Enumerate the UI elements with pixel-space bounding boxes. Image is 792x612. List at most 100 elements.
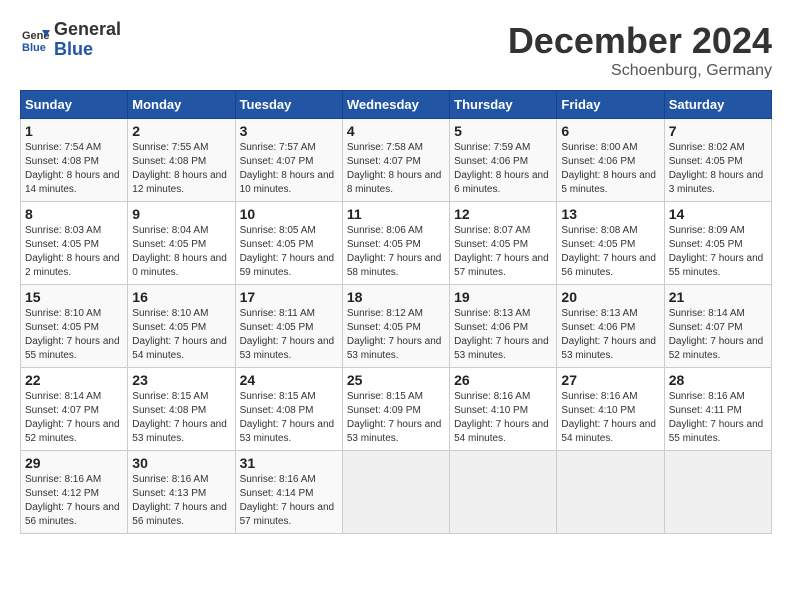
day-number: 9 — [132, 206, 230, 222]
day-number: 21 — [669, 289, 767, 305]
day-number: 31 — [240, 455, 338, 471]
day-cell-20: 20Sunrise: 8:13 AMSunset: 4:06 PMDayligh… — [557, 285, 664, 368]
calendar-header: SundayMondayTuesdayWednesdayThursdayFrid… — [21, 91, 772, 119]
day-info: Sunrise: 8:00 AMSunset: 4:06 PMDaylight:… — [561, 141, 659, 197]
day-number: 13 — [561, 206, 659, 222]
day-cell-1: 1Sunrise: 7:54 AMSunset: 4:08 PMDaylight… — [21, 119, 128, 202]
day-number: 6 — [561, 123, 659, 139]
day-number: 22 — [25, 372, 123, 388]
day-number: 17 — [240, 289, 338, 305]
day-cell-10: 10 Sunrise: 8:05 AMSunset: 4:05 PMDayligh… — [235, 202, 342, 285]
title-area: December 2024 Schoenburg, Germany — [508, 20, 772, 80]
day-cell-13: 13 Sunrise: 8:08 AMSunset: 4:05 PMDayligh… — [557, 202, 664, 285]
day-cell-21: 21Sunrise: 8:14 AMSunset: 4:07 PMDayligh… — [664, 285, 771, 368]
day-number: 18 — [347, 289, 445, 305]
calendar: SundayMondayTuesdayWednesdayThursdayFrid… — [20, 90, 772, 534]
weekday-header-saturday: Saturday — [664, 91, 771, 119]
day-info: Sunrise: 8:15 AMSunset: 4:08 PMDaylight:… — [132, 390, 230, 446]
calendar-week-5: 29 Sunrise: 8:16 AMSunset: 4:12 PMDayligh… — [21, 451, 772, 534]
weekday-header-monday: Monday — [128, 91, 235, 119]
day-cell-29: 29 Sunrise: 8:16 AMSunset: 4:12 PMDayligh… — [21, 451, 128, 534]
day-cell-3: 3Sunrise: 7:57 AMSunset: 4:07 PMDaylight… — [235, 119, 342, 202]
day-cell-18: 18 Sunrise: 8:12 AMSunset: 4:05 PMDayligh… — [342, 285, 449, 368]
day-number: 12 — [454, 206, 552, 222]
header: General Blue General Blue December 2024 … — [20, 20, 772, 80]
logo: General Blue General Blue — [20, 20, 121, 60]
day-number: 10 — [240, 206, 338, 222]
day-info: Sunrise: 8:12 AMSunset: 4:05 PMDaylight:… — [347, 307, 445, 363]
day-number: 27 — [561, 372, 659, 388]
empty-cell — [664, 451, 771, 534]
day-cell-30: 30 Sunrise: 8:16 AMSunset: 4:13 PMDayligh… — [128, 451, 235, 534]
day-number: 25 — [347, 372, 445, 388]
day-cell-16: 16Sunrise: 8:10 AMSunset: 4:05 PMDayligh… — [128, 285, 235, 368]
day-number: 29 — [25, 455, 123, 471]
day-number: 26 — [454, 372, 552, 388]
day-info: Sunrise: 7:59 AMSunset: 4:06 PMDaylight:… — [454, 141, 552, 197]
day-number: 28 — [669, 372, 767, 388]
calendar-week-1: 1Sunrise: 7:54 AMSunset: 4:08 PMDaylight… — [21, 119, 772, 202]
day-number: 15 — [25, 289, 123, 305]
weekday-header-sunday: Sunday — [21, 91, 128, 119]
day-number: 1 — [25, 123, 123, 139]
day-number: 19 — [454, 289, 552, 305]
calendar-week-2: 8 Sunrise: 8:03 AMSunset: 4:05 PMDaylight… — [21, 202, 772, 285]
day-number: 7 — [669, 123, 767, 139]
day-info: Sunrise: 8:16 AMSunset: 4:10 PMDaylight:… — [454, 390, 552, 446]
day-info: Sunrise: 8:16 AMSunset: 4:13 PMDaylight:… — [132, 473, 230, 529]
day-info: Sunrise: 8:16 AMSunset: 4:12 PMDaylight:… — [25, 473, 123, 529]
logo-icon: General Blue — [20, 25, 50, 55]
day-number: 20 — [561, 289, 659, 305]
day-number: 2 — [132, 123, 230, 139]
day-cell-31: 31 Sunrise: 8:16 AMSunset: 4:14 PMDayligh… — [235, 451, 342, 534]
day-cell-4: 4Sunrise: 7:58 AMSunset: 4:07 PMDaylight… — [342, 119, 449, 202]
day-info: Sunrise: 8:07 AMSunset: 4:05 PMDaylight:… — [454, 224, 552, 280]
day-number: 8 — [25, 206, 123, 222]
calendar-week-3: 15 Sunrise: 8:10 AMSunset: 4:05 PMDayligh… — [21, 285, 772, 368]
day-info: Sunrise: 8:09 AMSunset: 4:05 PMDaylight:… — [669, 224, 767, 280]
day-cell-25: 25 Sunrise: 8:15 AMSunset: 4:09 PMDayligh… — [342, 368, 449, 451]
day-cell-8: 8 Sunrise: 8:03 AMSunset: 4:05 PMDaylight… — [21, 202, 128, 285]
weekday-header-thursday: Thursday — [450, 91, 557, 119]
day-number: 30 — [132, 455, 230, 471]
day-info: Sunrise: 8:15 AMSunset: 4:08 PMDaylight:… — [240, 390, 338, 446]
weekday-header-tuesday: Tuesday — [235, 91, 342, 119]
day-info: Sunrise: 8:13 AMSunset: 4:06 PMDaylight:… — [454, 307, 552, 363]
day-cell-24: 24Sunrise: 8:15 AMSunset: 4:08 PMDayligh… — [235, 368, 342, 451]
location: Schoenburg, Germany — [508, 62, 772, 80]
day-info: Sunrise: 8:04 AMSunset: 4:05 PMDaylight:… — [132, 224, 230, 280]
logo-text: General Blue — [54, 20, 121, 60]
day-cell-11: 11Sunrise: 8:06 AMSunset: 4:05 PMDayligh… — [342, 202, 449, 285]
day-info: Sunrise: 8:05 AMSunset: 4:05 PMDaylight:… — [240, 224, 338, 280]
day-cell-15: 15 Sunrise: 8:10 AMSunset: 4:05 PMDayligh… — [21, 285, 128, 368]
day-cell-17: 17 Sunrise: 8:11 AMSunset: 4:05 PMDayligh… — [235, 285, 342, 368]
day-number: 16 — [132, 289, 230, 305]
day-cell-14: 14Sunrise: 8:09 AMSunset: 4:05 PMDayligh… — [664, 202, 771, 285]
month-title: December 2024 — [508, 20, 772, 62]
weekday-header-friday: Friday — [557, 91, 664, 119]
day-info: Sunrise: 8:11 AMSunset: 4:05 PMDaylight:… — [240, 307, 338, 363]
day-info: Sunrise: 7:55 AMSunset: 4:08 PMDaylight:… — [132, 141, 230, 197]
empty-cell — [450, 451, 557, 534]
day-cell-7: 7 Sunrise: 8:02 AMSunset: 4:05 PMDaylight… — [664, 119, 771, 202]
day-cell-9: 9 Sunrise: 8:04 AMSunset: 4:05 PMDaylight… — [128, 202, 235, 285]
day-info: Sunrise: 8:10 AMSunset: 4:05 PMDaylight:… — [25, 307, 123, 363]
day-number: 5 — [454, 123, 552, 139]
day-info: Sunrise: 8:16 AMSunset: 4:14 PMDaylight:… — [240, 473, 338, 529]
day-info: Sunrise: 8:08 AMSunset: 4:05 PMDaylight:… — [561, 224, 659, 280]
day-info: Sunrise: 8:15 AMSunset: 4:09 PMDaylight:… — [347, 390, 445, 446]
day-number: 23 — [132, 372, 230, 388]
day-cell-19: 19 Sunrise: 8:13 AMSunset: 4:06 PMDayligh… — [450, 285, 557, 368]
day-info: Sunrise: 7:57 AMSunset: 4:07 PMDaylight:… — [240, 141, 338, 197]
day-info: Sunrise: 8:02 AMSunset: 4:05 PMDaylight:… — [669, 141, 767, 197]
weekday-header-wednesday: Wednesday — [342, 91, 449, 119]
day-info: Sunrise: 8:14 AMSunset: 4:07 PMDaylight:… — [25, 390, 123, 446]
empty-cell — [342, 451, 449, 534]
day-info: Sunrise: 8:16 AMSunset: 4:11 PMDaylight:… — [669, 390, 767, 446]
day-info: Sunrise: 8:03 AMSunset: 4:05 PMDaylight:… — [25, 224, 123, 280]
empty-cell — [557, 451, 664, 534]
day-cell-26: 26 Sunrise: 8:16 AMSunset: 4:10 PMDayligh… — [450, 368, 557, 451]
day-number: 4 — [347, 123, 445, 139]
day-info: Sunrise: 8:16 AMSunset: 4:10 PMDaylight:… — [561, 390, 659, 446]
svg-text:Blue: Blue — [22, 42, 46, 54]
